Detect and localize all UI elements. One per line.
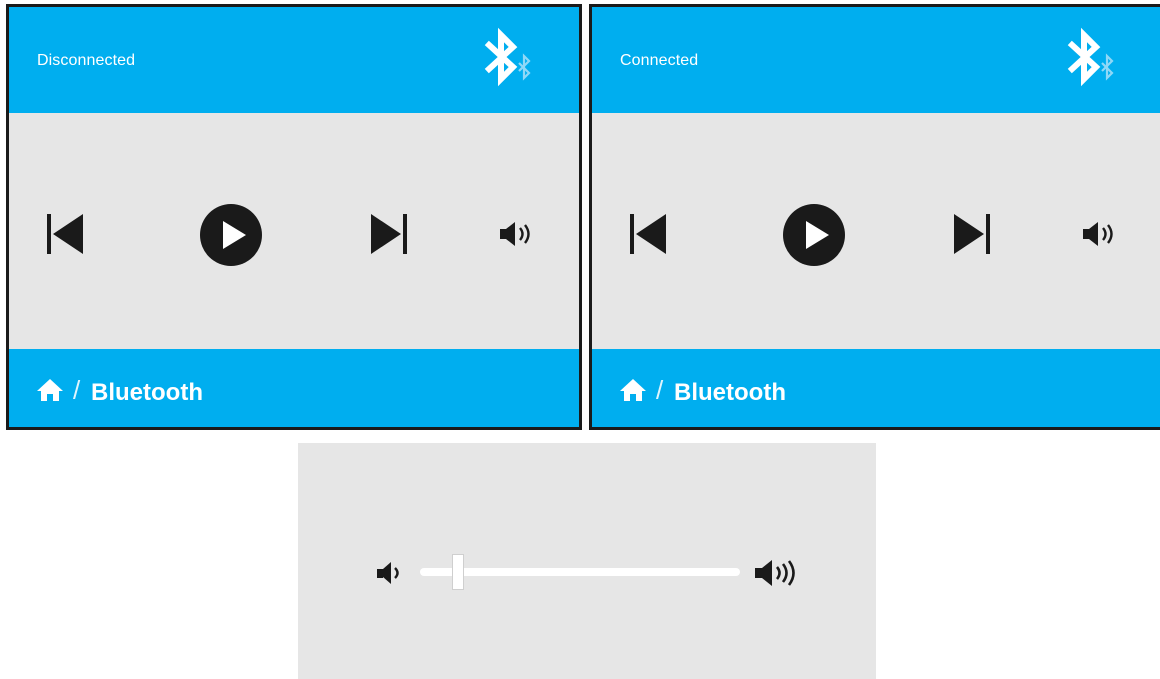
bluetooth-icon: [484, 27, 531, 87]
volume-panel: [298, 443, 876, 679]
volume-icon[interactable]: [1082, 221, 1120, 247]
connection-status: Connected: [620, 52, 699, 69]
skip-next-icon[interactable]: [950, 212, 994, 256]
volume-icon[interactable]: [499, 221, 537, 247]
status-bar: Disconnected: [9, 7, 579, 113]
volume-slider[interactable]: [420, 554, 740, 590]
connection-status: Disconnected: [37, 52, 136, 69]
bluetooth-screen-disconnected: Disconnected / Bluetooth: [6, 4, 582, 430]
breadcrumb: / Bluetooth: [592, 349, 1160, 427]
home-icon[interactable]: [619, 378, 647, 402]
bluetooth-icon: [1067, 27, 1114, 87]
volume-high-icon[interactable]: [754, 558, 802, 588]
volume-low-icon[interactable]: [376, 561, 404, 585]
play-icon[interactable]: [199, 203, 263, 267]
volume-slider-handle[interactable]: [452, 554, 465, 590]
page-title: Bluetooth: [91, 379, 203, 406]
skip-next-icon[interactable]: [367, 212, 411, 256]
breadcrumb: / Bluetooth: [9, 349, 579, 427]
media-controls: [592, 113, 1160, 349]
skip-previous-icon[interactable]: [626, 212, 670, 256]
breadcrumb-separator: /: [656, 375, 664, 405]
bluetooth-screen-connected: Connected / Bluetooth: [589, 4, 1160, 430]
breadcrumb-separator: /: [73, 375, 81, 405]
home-icon[interactable]: [36, 378, 64, 402]
page-title: Bluetooth: [674, 379, 786, 406]
skip-previous-icon[interactable]: [43, 212, 87, 256]
play-icon[interactable]: [782, 203, 846, 267]
status-bar: Connected: [592, 7, 1160, 113]
media-controls: [9, 113, 579, 349]
